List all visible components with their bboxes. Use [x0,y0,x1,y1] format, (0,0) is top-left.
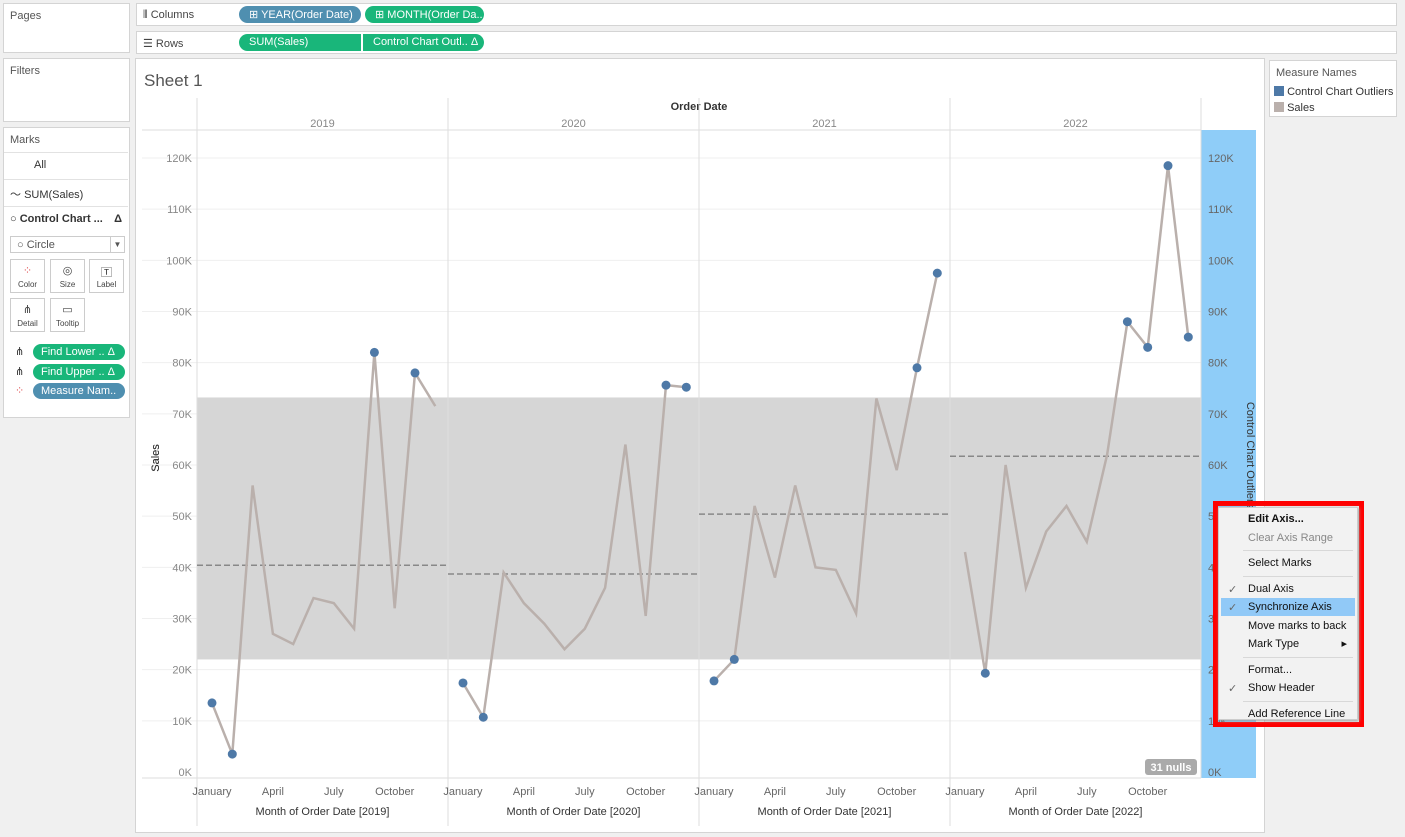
submenu-arrow-icon: ▸ [1341,638,1347,650]
size-card-label: Size [59,280,76,289]
menu-separator [1243,575,1353,577]
tooltip-icon: ▭ [62,304,73,316]
size-card[interactable]: ◎ Size [50,259,85,293]
pages-shelf[interactable]: Pages [3,3,130,53]
sheet-title: Sheet 1 [144,71,203,90]
filters-shelf[interactable]: Filters [3,58,130,122]
menu-item-label: Clear Axis Range [1248,531,1333,544]
menu-separator [1243,656,1353,658]
sheet-view: Sheet 1 [135,58,1265,833]
circle-icon: ○ [10,213,17,225]
mark-type-value: Circle [26,239,55,251]
menu-item-label: Select Marks [1248,557,1312,569]
check-icon: ✓ [1228,583,1238,596]
year-order-date-pill[interactable]: ⊞ YEAR(Order Date) [239,6,361,23]
line-icon: 〜 [10,189,21,201]
legend-title: Measure Names [1276,67,1357,79]
menu-item-label: Synchronize Axis [1248,601,1332,613]
measure-names-pill[interactable]: Measure Nam.. [33,383,125,399]
menu-item-show-header[interactable]: ✓ Show Header [1221,679,1355,697]
legend-swatch [1274,102,1284,112]
control-chart-pill[interactable]: Control Chart Outl.. Δ [363,34,484,51]
delta-icon: Δ [114,213,122,225]
columns-shelf[interactable]: ⫴ Columns ⊞ YEAR(Order Date) ⊞ MONTH(Ord… [136,3,1397,26]
rows-label: ☰ Rows [143,38,184,50]
menu-item-label: Move marks to back [1248,619,1347,632]
filters-title: Filters [10,65,40,77]
color-icon: ⁘ [15,385,25,397]
menu-item-mark-type[interactable]: Mark Type ▸ [1221,635,1355,653]
marks-tab-sales[interactable]: 〜 SUM(Sales) [4,179,128,206]
color-card[interactable]: ⁘ Color [10,259,45,293]
columns-label: ⫴ Columns [143,9,195,21]
menu-item-format[interactable]: Format... [1221,661,1355,679]
detail-card-label: Detail [17,319,38,328]
menu-item-label: Edit Axis... [1248,513,1304,525]
month-order-date-pill[interactable]: ⊞ MONTH(Order Da.. [365,6,484,23]
marks-tab-control[interactable]: ○ Control Chart ... Δ [4,206,128,233]
menu-item-label: Add Reference Line [1248,707,1346,720]
menu-item-add-reference-line[interactable]: Add Reference Line [1221,705,1355,723]
menu-item-synchronize-axis[interactable]: ✓ Synchronize Axis [1221,598,1355,616]
marks-title: Marks [10,134,40,146]
color-card-label: Color [17,280,38,289]
menu-item-clear-axis-range[interactable]: Clear Axis Range [1221,529,1355,547]
axis-context-menu: Edit Axis... Clear Axis Range Select Marks… [1218,507,1358,720]
label-card[interactable]: 🅃 Label [89,259,124,293]
size-icon: ◎ [62,265,73,277]
marks-tab-sales-label: SUM(Sales) [24,189,84,201]
mark-type-dropdown[interactable]: ○ Circle ▼ [10,236,125,253]
menu-item-dual-axis[interactable]: ✓ Dual Axis [1221,580,1355,598]
menu-item-label: Show Header [1248,682,1315,694]
menu-item-select-marks[interactable]: Select Marks [1221,554,1355,572]
tooltip-card-label: Tooltip [55,319,80,328]
detail-icon: ⋔ [15,346,25,358]
marks-tab-all-label: All [34,159,47,171]
legend-swatch [1274,86,1284,96]
marks-card: Marks All 〜 SUM(Sales) ○ Control Chart .… [3,127,130,418]
menu-separator [1243,700,1353,702]
check-icon: ✓ [1228,602,1238,614]
menu-separator [1243,550,1353,551]
detail-icon: ⋔ [15,366,25,378]
find-upper-pill[interactable]: Find Upper .. Δ [33,364,125,380]
marks-tab-all[interactable]: All [4,152,128,179]
label-icon: 🅃 [101,267,112,279]
check-icon: ✓ [1228,683,1238,695]
menu-item-label: Mark Type [1248,638,1300,650]
color-icon: ⁘ [22,265,33,277]
pages-title: Pages [10,10,42,22]
sum-sales-pill[interactable]: SUM(Sales) [239,34,361,51]
legend: Measure Names Control Chart Outliers Sal… [1269,60,1397,117]
rows-shelf[interactable]: ☰ Rows SUM(Sales) Control Chart Outl.. Δ [136,31,1397,54]
menu-item-label: Dual Axis [1248,582,1294,595]
label-card-label: Label [96,280,117,289]
chevron-down-icon: ▼ [110,237,124,252]
legend-item-sales[interactable]: Sales [1274,102,1315,114]
circle-icon: ○ [17,239,24,251]
detail-card[interactable]: ⋔ Detail [10,298,45,332]
find-lower-pill[interactable]: Find Lower .. Δ [33,344,125,360]
tooltip-card[interactable]: ▭ Tooltip [50,298,85,332]
menu-item-move-marks-to-back[interactable]: Move marks to back [1221,617,1355,635]
menu-item-label: Format... [1248,663,1293,676]
menu-item-edit-axis[interactable]: Edit Axis... [1221,510,1355,528]
marks-tab-control-label: Control Chart ... [19,213,103,225]
detail-icon: ⋔ [22,304,33,316]
legend-item-outliers[interactable]: Control Chart Outliers [1274,86,1393,98]
